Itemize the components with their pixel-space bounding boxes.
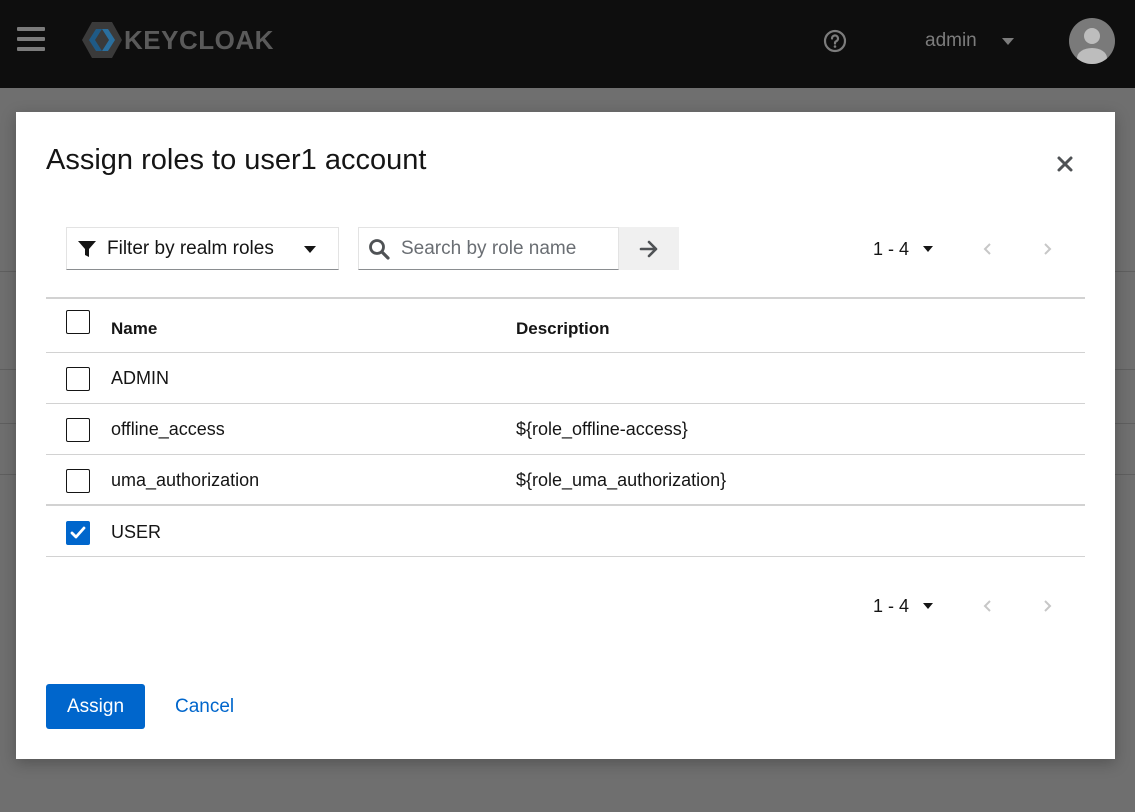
background-divider [0,369,16,370]
angle-right-icon[interactable] [1040,240,1054,258]
caret-down-icon [1001,37,1014,45]
angle-right-icon[interactable] [1040,597,1054,615]
username: admin [925,30,977,51]
role-name: uma_authorization [111,470,260,490]
pagination-top: 1 - 4 [873,234,1054,264]
role-name: offline_access [111,419,225,439]
role-name: USER [111,522,162,542]
select-all-checkbox[interactable] [66,310,90,334]
table-header-row: Name Description [46,297,1085,353]
table-row[interactable]: ADMIN [46,353,1085,404]
keycloak-logo-icon [82,22,122,58]
roles-table: Name Description ADMIN offline_access ${… [46,297,1085,557]
row-checkbox[interactable] [66,367,90,391]
table-row[interactable]: offline_access ${role_offline-access} [46,404,1085,455]
angle-left-icon[interactable] [981,240,995,258]
per-page-toggle[interactable]: 1 - 4 [873,238,934,260]
caret-down-icon [304,246,316,253]
row-checkbox[interactable] [66,418,90,442]
per-page-toggle[interactable]: 1 - 4 [873,595,934,617]
filter-label: Filter by realm roles [107,237,274,259]
filter-icon [78,240,96,257]
pagination-bottom: 1 - 4 [873,591,1054,621]
background-divider [0,423,16,424]
pagination-range: 1 - 4 [873,238,910,259]
close-icon[interactable] [1054,153,1076,175]
caret-down-icon [923,246,934,252]
search-field [358,227,619,270]
background-divider [0,474,16,475]
cancel-button[interactable]: Cancel [165,684,244,729]
help-circle-icon[interactable] [823,29,847,53]
assign-button[interactable]: Assign [46,684,145,729]
masthead: KEYCLOAK admin [0,0,1135,88]
background-divider [1115,369,1135,370]
background-divider [1115,423,1135,424]
angle-left-icon[interactable] [981,597,995,615]
search-input[interactable] [399,236,613,261]
pagination-range: 1 - 4 [873,595,910,616]
modal-title: Assign roles to user1 account [46,144,427,176]
check-icon [70,526,86,539]
arrow-right-icon [639,240,658,257]
background-divider [1115,271,1135,272]
role-description: ${role_uma_authorization} [516,470,727,490]
search-submit-button[interactable] [619,227,679,270]
keycloak-logo[interactable]: KEYCLOAK [82,20,274,60]
table-row[interactable]: USER [46,506,1085,557]
row-checkbox-checked[interactable] [66,521,90,545]
background-divider [0,271,16,272]
column-header-description: Description [516,319,610,338]
user-avatar-icon[interactable] [1069,18,1115,64]
table-row[interactable]: uma_authorization ${role_uma_authorizati… [46,455,1085,506]
row-checkbox[interactable] [66,469,90,493]
search-icon [369,238,390,260]
filter-dropdown[interactable]: Filter by realm roles [66,227,339,270]
background-divider [1115,474,1135,475]
caret-down-icon [923,603,934,609]
column-header-name: Name [111,319,158,338]
role-description: ${role_offline-access} [516,419,688,439]
assign-roles-modal: Assign roles to user1 account Filter by … [16,112,1115,759]
role-name: ADMIN [111,368,169,388]
hamburger-icon[interactable] [17,27,45,53]
user-menu[interactable]: admin [925,29,1014,53]
logo-text: KEYCLOAK [124,24,274,55]
